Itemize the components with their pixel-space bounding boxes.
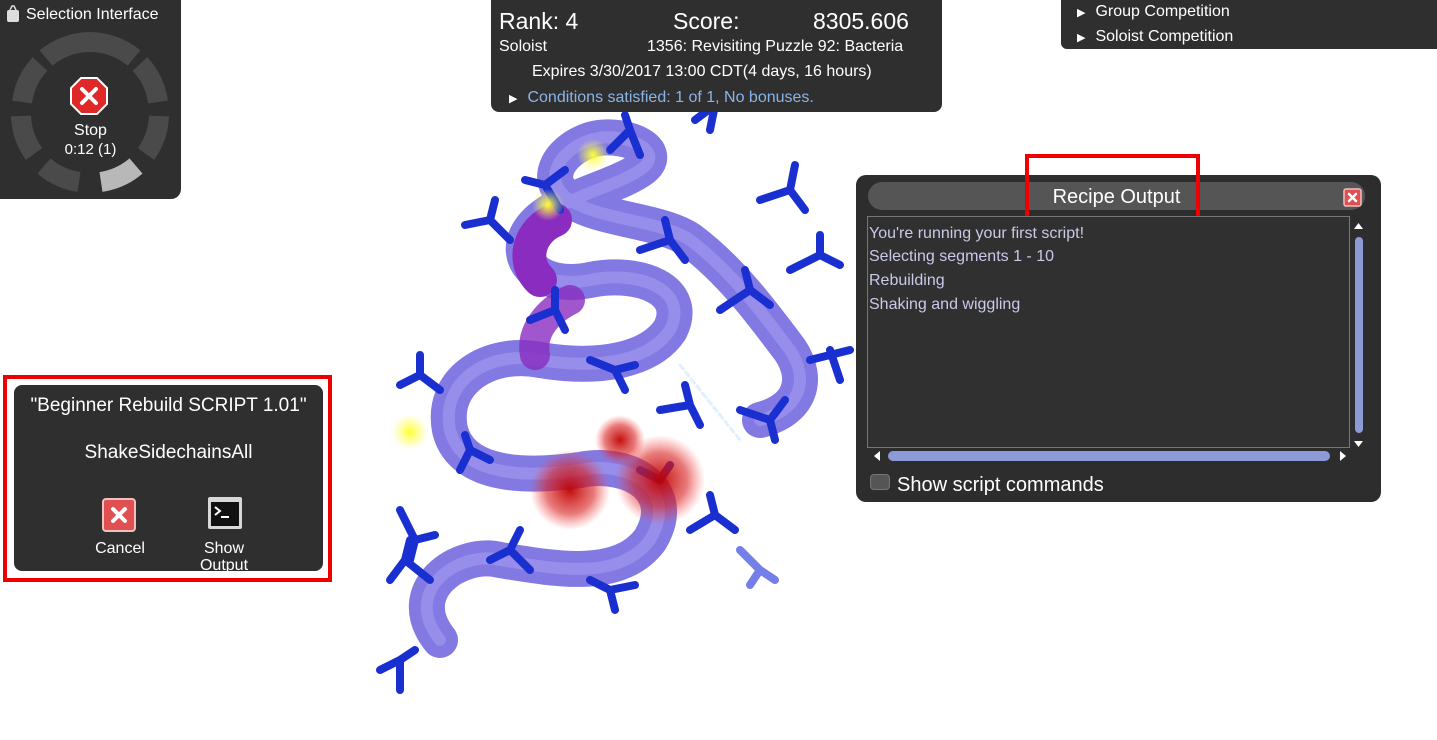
show-output-button[interactable]: [207, 496, 243, 530]
expand-triangle-icon: ▶: [509, 93, 518, 105]
recipe-dialog: "Beginner Rebuild SCRIPT 1.01" ShakeSide…: [14, 385, 323, 574]
stop-button[interactable]: [70, 77, 108, 115]
stop-timer: 0:12 (1): [64, 141, 117, 158]
cancel-label: Cancel: [95, 540, 145, 557]
selection-interface-panel: Selection Interface Stop 0:12 (1): [0, 0, 181, 199]
output-line: Selecting segments 1 - 10: [869, 248, 1054, 265]
recipe-current-step: ShakeSidechainsAll: [84, 442, 253, 463]
score-panel: Rank: 4 Score: 8305.606 Soloist 1356: Re…: [491, 0, 942, 112]
player-type: Soloist: [499, 38, 548, 55]
protein-3d-view[interactable]: [340, 110, 860, 720]
rank-text: Rank: 4: [499, 8, 579, 34]
puzzle-name: 1356: Revisiting Puzzle 92: Bacteria: [647, 38, 904, 55]
score-value: 8305.606: [813, 8, 909, 34]
expand-triangle-icon: ▶: [1077, 7, 1086, 19]
selection-interface-icon: [7, 5, 19, 22]
soloist-competition-toggle[interactable]: ▶ Soloist Competition: [1077, 28, 1233, 46]
recipe-name: "Beginner Rebuild SCRIPT 1.01": [30, 395, 307, 416]
vertical-scrollbar[interactable]: [1350, 219, 1367, 451]
expand-triangle-icon: ▶: [1077, 32, 1086, 44]
competition-panel: ▶ Group Competition ▶ Soloist Competition: [1061, 0, 1437, 49]
horizontal-scrollbar[interactable]: [870, 448, 1350, 464]
show-output-label: Show Output: [199, 540, 249, 574]
output-line: Shaking and wiggling: [869, 296, 1021, 313]
group-competition-toggle[interactable]: ▶ Group Competition: [1077, 3, 1230, 21]
recipe-output-window: Recipe Output You're running your first …: [856, 154, 1381, 502]
group-competition-label: Group Competition: [1095, 3, 1230, 20]
cancel-button[interactable]: [102, 498, 136, 532]
show-script-commands-label: Show script commands: [897, 474, 1104, 496]
conditions-text: Conditions satisfied: 1 of 1, No bonuses…: [527, 89, 814, 106]
recipe-dialog-highlight: "Beginner Rebuild SCRIPT 1.01" ShakeSide…: [3, 375, 332, 582]
output-line: You're running your first script!: [869, 225, 1085, 242]
score-label: Score:: [673, 8, 740, 34]
stop-label: Stop: [74, 122, 107, 139]
recipe-output-textarea[interactable]: You're running your first script! Select…: [867, 216, 1350, 448]
selection-interface-title: Selection Interface: [26, 6, 159, 23]
output-line: Rebuilding: [869, 272, 945, 289]
close-icon[interactable]: [1343, 188, 1362, 207]
show-script-commands-checkbox[interactable]: [870, 474, 890, 490]
soloist-competition-label: Soloist Competition: [1095, 28, 1234, 45]
expiry-text: Expires 3/30/2017 13:00 CDT(4 days, 16 h…: [532, 63, 872, 80]
conditions-toggle[interactable]: ▶ Conditions satisfied: 1 of 1, No bonuse…: [509, 89, 814, 107]
